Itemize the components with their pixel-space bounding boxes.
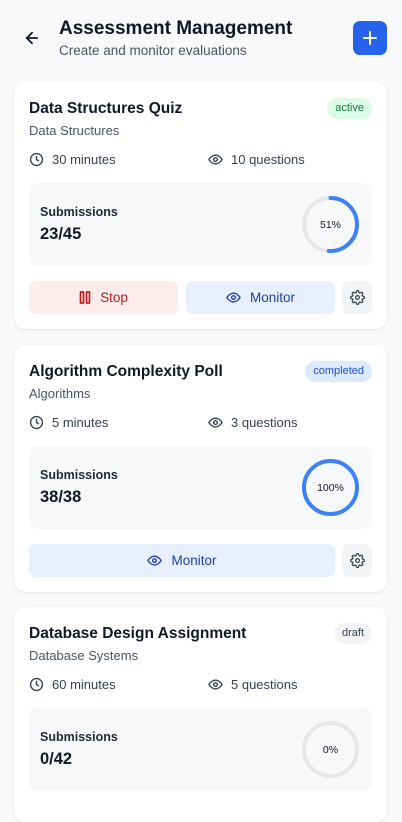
- questions-info: 3 questions: [208, 415, 298, 430]
- assessment-card: Algorithm Complexity Poll Algorithms com…: [14, 345, 387, 592]
- clock-icon: [29, 152, 44, 167]
- eye-icon: [208, 679, 223, 690]
- status-badge: draft: [333, 623, 372, 644]
- submissions-count: 23/45: [40, 225, 82, 243]
- eye-icon: [147, 555, 163, 566]
- questions-info: 10 questions: [208, 152, 305, 167]
- assessment-card: Data Structures Quiz Data Structures act…: [14, 82, 387, 329]
- monitor-button[interactable]: Monitor: [29, 544, 335, 577]
- progress-percent: 100%: [317, 481, 344, 494]
- gear-icon: [349, 290, 365, 305]
- clock-icon: [29, 677, 44, 692]
- stop-button[interactable]: Stop: [29, 281, 178, 314]
- submissions-panel: Submissions 38/38 100%: [29, 446, 372, 529]
- settings-button[interactable]: [342, 544, 372, 577]
- duration-text: 5 minutes: [52, 415, 109, 430]
- status-badge: completed: [305, 361, 372, 382]
- submissions-label: Submissions: [40, 468, 118, 482]
- page-title: Assessment Management: [59, 18, 293, 39]
- submissions-count: 38/38: [40, 488, 82, 506]
- app-header: Assessment Management Create and monitor…: [0, 0, 402, 82]
- back-button[interactable]: [20, 26, 44, 50]
- submissions-panel: Submissions 23/45 51%: [29, 183, 372, 266]
- questions-text: 10 questions: [231, 152, 305, 167]
- clock-icon: [29, 415, 44, 430]
- assessment-title: Database Design Assignment: [29, 625, 247, 642]
- submissions-count: 0/42: [40, 750, 73, 768]
- duration-text: 30 minutes: [52, 152, 116, 167]
- gear-icon: [349, 553, 365, 568]
- assessment-card: Database Design Assignment Database Syst…: [14, 607, 387, 822]
- monitor-label: Monitor: [249, 290, 295, 305]
- assessment-title: Algorithm Complexity Poll: [29, 363, 223, 380]
- eye-icon: [208, 417, 223, 428]
- submissions-panel: Submissions 0/42 0%: [29, 708, 372, 791]
- questions-text: 3 questions: [231, 415, 298, 430]
- duration-info: 60 minutes: [29, 677, 116, 692]
- eye-icon: [226, 292, 241, 303]
- progress-ring: 0%: [301, 720, 360, 779]
- eye-icon: [208, 154, 223, 165]
- progress-ring: 100%: [301, 458, 360, 517]
- duration-info: 5 minutes: [29, 415, 108, 430]
- arrow-left-icon: [25, 31, 39, 45]
- progress-percent: 51%: [319, 218, 341, 231]
- questions-info: 5 questions: [208, 677, 298, 692]
- plus-icon: [363, 31, 377, 45]
- duration-text: 60 minutes: [52, 677, 116, 692]
- monitor-label: Monitor: [171, 553, 217, 568]
- assessment-subject: Database Systems: [29, 648, 139, 663]
- page-subtitle: Create and monitor evaluations: [59, 43, 247, 58]
- monitor-button[interactable]: Monitor: [186, 281, 335, 314]
- submissions-label: Submissions: [40, 205, 118, 219]
- status-badge: active: [327, 98, 372, 119]
- progress-percent: 0%: [322, 743, 339, 756]
- questions-text: 5 questions: [231, 677, 298, 692]
- progress-ring: 51%: [301, 195, 360, 254]
- submissions-label: Submissions: [40, 730, 118, 744]
- pause-icon: [79, 291, 91, 304]
- assessment-title: Data Structures Quiz: [29, 100, 183, 117]
- settings-button[interactable]: [342, 281, 372, 314]
- assessment-subject: Data Structures: [29, 123, 120, 138]
- stop-label: Stop: [100, 290, 128, 305]
- assessment-subject: Algorithms: [29, 386, 91, 401]
- duration-info: 30 minutes: [29, 152, 116, 167]
- add-assessment-button[interactable]: [353, 21, 387, 55]
